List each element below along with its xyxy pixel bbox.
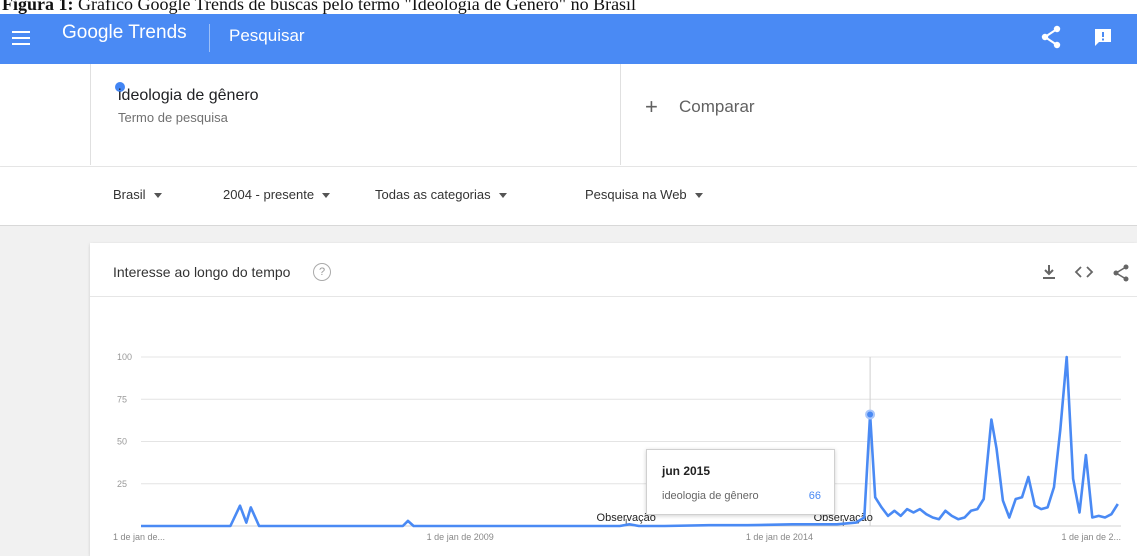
category-filter-label: Todas as categorias [375, 187, 491, 202]
chevron-down-icon [694, 193, 703, 199]
menu-icon[interactable] [12, 31, 30, 45]
chevron-down-icon [322, 193, 331, 199]
help-icon[interactable]: ? [313, 263, 331, 281]
app-bar: Google Trends Pesquisar [0, 14, 1137, 64]
search-term-type: Termo de pesquisa [118, 110, 228, 125]
tooltip-term: ideologia de gênero [662, 490, 759, 502]
card-divider [90, 296, 1137, 297]
chart-tooltip: jun 2015 ideologia de gênero 66 [646, 449, 835, 515]
card-title: Interesse ao longo do tempo [113, 264, 291, 280]
period-filter-label: 2004 - presente [223, 187, 315, 202]
category-filter[interactable]: Todas as categorias [375, 187, 507, 202]
compare-button[interactable]: + Comparar [620, 64, 1137, 165]
embed-icon[interactable] [1074, 263, 1094, 281]
search-terms-bar: ideologia de gênero Termo de pesquisa + … [0, 64, 1137, 167]
interest-over-time-card: Interesse ao longo do tempo ? [90, 243, 1137, 556]
period-filter[interactable]: 2004 - presente [223, 187, 331, 202]
chevron-down-icon [153, 193, 162, 199]
compare-label: Comparar [679, 97, 755, 116]
region-filter-label: Brasil [113, 187, 146, 202]
page-title: Pesquisar [229, 26, 305, 45]
download-icon[interactable] [1041, 263, 1057, 281]
share-icon[interactable] [1040, 24, 1062, 50]
tooltip-value: 66 [808, 490, 821, 502]
brand-divider [209, 24, 210, 52]
tooltip-date: jun 2015 [662, 464, 711, 478]
region-filter[interactable]: Brasil [113, 187, 162, 202]
app-brand[interactable]: Google Trends [62, 22, 187, 44]
share-icon[interactable] [1112, 263, 1130, 283]
figure-caption-text: Figura 1: Gráfico Google Trends de busca… [2, 0, 637, 14]
search-term-name[interactable]: ideologia de gênero [118, 87, 259, 105]
search-term-card[interactable]: ideologia de gênero Termo de pesquisa [90, 64, 621, 165]
search-type-filter-label: Pesquisa na Web [585, 187, 687, 202]
chevron-down-icon [498, 193, 507, 199]
filters-bar: Brasil 2004 - presente Todas as categori… [0, 167, 1137, 226]
search-type-filter[interactable]: Pesquisa na Web [585, 187, 703, 202]
feedback-icon[interactable] [1093, 27, 1113, 47]
figure-caption: Figura 1: Gráfico Google Trends de busca… [0, 0, 1137, 14]
plus-icon: + [645, 94, 658, 119]
